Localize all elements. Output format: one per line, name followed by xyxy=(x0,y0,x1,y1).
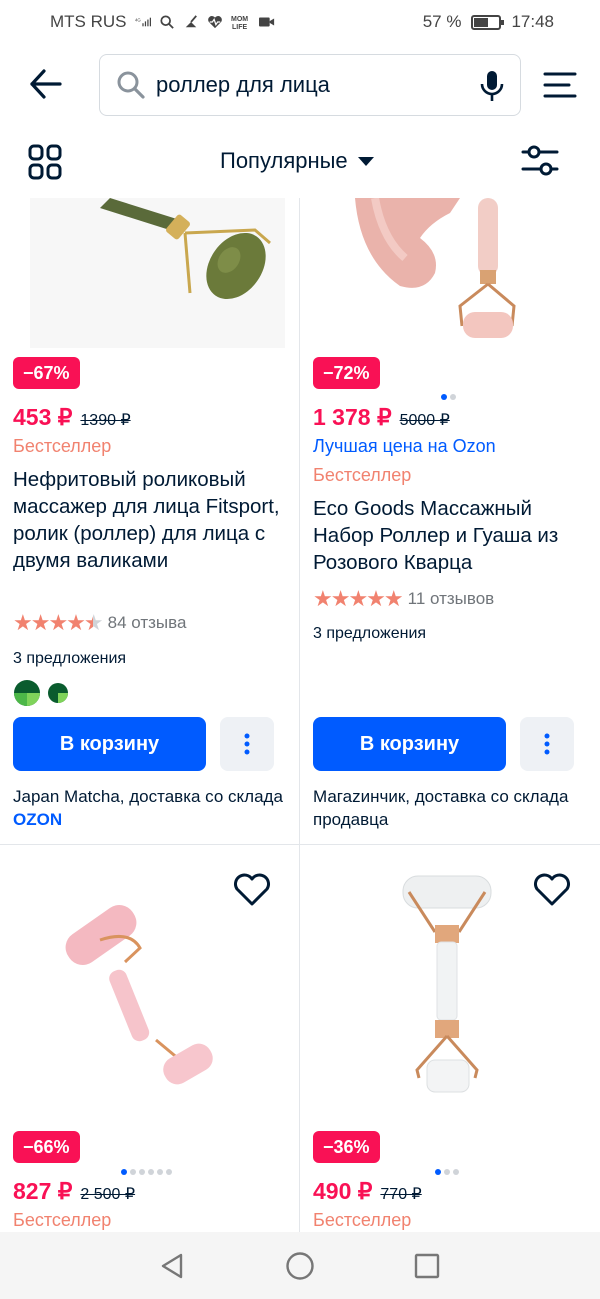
battery-icon xyxy=(471,14,505,30)
search-icon xyxy=(159,15,174,29)
back-triangle-icon[interactable] xyxy=(159,1252,185,1280)
product-title[interactable]: Нефритовый роликовый массажер для лица F… xyxy=(13,466,283,574)
product-card[interactable]: −36% 490 ₽ 770 ₽ Бестселлер xyxy=(300,845,600,1232)
add-to-cart-button[interactable]: В корзину xyxy=(313,717,506,771)
current-price: 827 ₽ xyxy=(13,1178,73,1204)
old-price: 2 500 ₽ xyxy=(80,1186,136,1203)
home-circle-icon[interactable] xyxy=(285,1251,315,1281)
product-grid: −67% 453 ₽ 1390 ₽ Бестселлер Нефритовый … xyxy=(0,198,600,1232)
product-card[interactable]: −72% 1 378 ₽ 5000 ₽ Лучшая цена на Ozon … xyxy=(300,198,600,844)
bestseller-tag: Бестселлер xyxy=(313,465,412,485)
current-price: 453 ₽ xyxy=(13,404,73,430)
heart-pulse-icon xyxy=(207,16,222,29)
battery-percent: 57 % xyxy=(422,12,462,31)
sort-dropdown[interactable]: Популярные xyxy=(220,148,374,174)
bestseller-tag: Бестселлер xyxy=(313,1210,412,1230)
image-pagination xyxy=(121,1169,172,1175)
recents-square-icon[interactable] xyxy=(414,1253,440,1279)
search-icon xyxy=(117,71,145,99)
discount-badge: −36% xyxy=(313,1131,380,1163)
current-price: 490 ₽ xyxy=(313,1178,373,1204)
microphone-icon[interactable] xyxy=(478,69,506,103)
star-rating-icon: ★★★★★ xyxy=(13,610,104,635)
favorite-heart-icon[interactable] xyxy=(233,873,271,907)
product-image[interactable] xyxy=(40,890,230,1100)
product-image[interactable] xyxy=(300,198,600,348)
seller-info: Japan Matcha, доставка со склада OZON xyxy=(13,785,293,831)
image-pagination xyxy=(435,1169,459,1175)
filters-icon[interactable] xyxy=(520,144,560,178)
favorite-heart-icon[interactable] xyxy=(533,873,571,907)
product-title[interactable]: Eco Goods Массажный Набор Роллер и Гуаша… xyxy=(313,495,583,576)
sort-label: Популярные xyxy=(220,148,348,173)
discount-badge: −67% xyxy=(13,357,80,389)
best-price-tag: Лучшая цена на Ozon xyxy=(313,436,496,456)
seller-info: Магаzинчик, доставка со склада продавца xyxy=(313,787,569,829)
chevron-down-icon xyxy=(357,156,374,166)
reviews-count[interactable]: 11 отзывов xyxy=(408,589,495,609)
video-icon xyxy=(258,17,274,27)
more-options-button[interactable] xyxy=(220,717,274,771)
status-bar: MTS RUS 4G MOM LIFE 57 % 17:48 xyxy=(0,0,600,44)
product-card[interactable]: −66% 827 ₽ 2 500 ₽ Бестселлер xyxy=(0,845,300,1232)
price: 453 ₽ 1390 ₽ xyxy=(13,404,131,431)
price: 490 ₽ 770 ₽ xyxy=(313,1178,422,1205)
product-image[interactable] xyxy=(395,870,505,1100)
seller-logos xyxy=(14,680,68,706)
old-price: 5000 ₽ xyxy=(399,412,450,429)
discount-badge: −72% xyxy=(313,357,380,389)
offers-count[interactable]: 3 предложения xyxy=(313,625,426,643)
price: 1 378 ₽ 5000 ₽ xyxy=(313,404,450,431)
grid-view-icon[interactable] xyxy=(28,144,62,180)
svg-text:MOM: MOM xyxy=(231,16,248,23)
svg-text:LIFE: LIFE xyxy=(232,24,247,30)
clock: 17:48 xyxy=(511,12,554,31)
system-navigation-bar xyxy=(0,1232,600,1299)
bestseller-tag: Бестселлер xyxy=(13,436,112,456)
image-pagination xyxy=(441,394,456,400)
offers-count[interactable]: 3 предложения xyxy=(13,650,126,668)
current-price: 1 378 ₽ xyxy=(313,404,392,430)
hamburger-menu-icon[interactable] xyxy=(543,70,577,100)
more-vertical-icon xyxy=(544,733,550,755)
mom-life-icon: MOMLIFE xyxy=(231,16,248,30)
discount-badge: −66% xyxy=(13,1131,80,1163)
broom-icon xyxy=(185,15,197,28)
price: 827 ₽ 2 500 ₽ xyxy=(13,1178,135,1205)
search-header: роллер для лица xyxy=(0,52,600,118)
rating: ★★★★★ 84 отзыва xyxy=(13,610,186,636)
bestseller-tag: Бестселлер xyxy=(13,1210,112,1230)
product-image[interactable] xyxy=(0,198,300,348)
search-query: роллер для лица xyxy=(156,72,330,97)
old-price: 770 ₽ xyxy=(380,1186,422,1203)
star-rating-icon: ★★★★★ xyxy=(313,586,404,611)
filter-bar: Популярные xyxy=(0,130,600,194)
reviews-count[interactable]: 84 отзыва xyxy=(108,613,187,633)
add-to-cart-button[interactable]: В корзину xyxy=(13,717,206,771)
seller-text: Japan Matcha, доставка со склада xyxy=(13,787,283,806)
svg-text:4G: 4G xyxy=(135,17,141,22)
more-options-button[interactable] xyxy=(520,717,574,771)
old-price: 1390 ₽ xyxy=(80,412,131,429)
search-input[interactable]: роллер для лица xyxy=(99,54,521,116)
signal-icon: 4G xyxy=(135,17,151,27)
rating: ★★★★★ 11 отзывов xyxy=(313,586,494,612)
carrier-label: MTS RUS xyxy=(50,12,127,31)
ozon-brand: OZON xyxy=(13,810,63,829)
more-vertical-icon xyxy=(244,733,250,755)
back-arrow-icon[interactable] xyxy=(28,66,64,102)
product-card[interactable]: −67% 453 ₽ 1390 ₽ Бестселлер Нефритовый … xyxy=(0,198,300,844)
